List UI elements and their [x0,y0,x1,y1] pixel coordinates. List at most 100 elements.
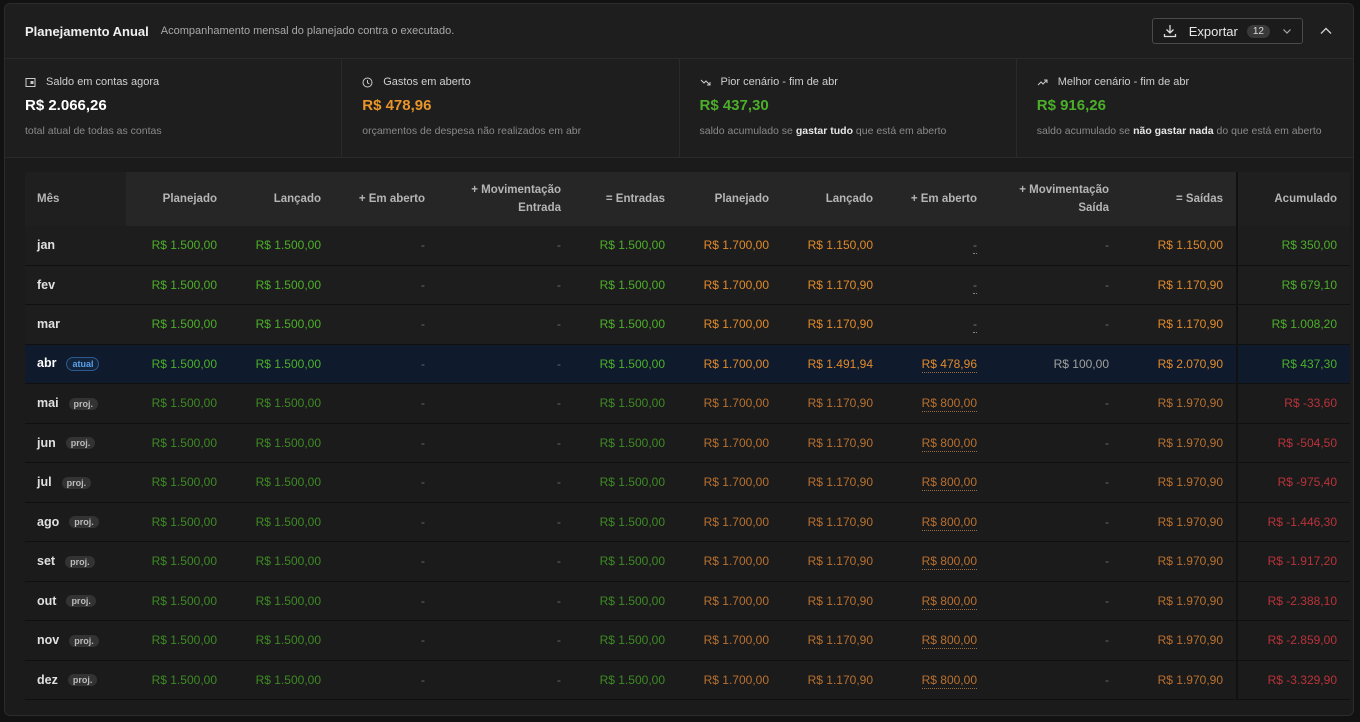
table-row[interactable]: jul proj. R$ 1.500,00 R$ 1.500,00 - - R$ 1.500… [25,462,1350,503]
open-amount-link[interactable]: - [973,317,977,334]
cell-value: - [421,633,425,648]
column-header[interactable]: = Entradas [574,172,678,226]
open-amount-link[interactable]: R$ 800,00 [921,554,977,571]
chevron-down-icon[interactable] [1282,26,1292,36]
table-cell: R$ 1.500,00 [574,344,678,384]
table-row[interactable]: nov proj. R$ 1.500,00 R$ 1.500,00 - - R$ 1.500… [25,620,1350,661]
column-header[interactable]: Mês [25,172,126,226]
table-cell: R$ 1.500,00 [126,541,230,582]
month-label: abr [37,356,57,371]
open-amount-link[interactable]: R$ 800,00 [921,435,977,452]
cell-value: R$ 1.491,94 [807,356,873,371]
table-row[interactable]: fev R$ 1.500,00 R$ 1.500,00 - - R$ 1.500,00 R$… [25,265,1350,305]
export-button[interactable]: Exportar 12 [1151,18,1303,44]
table-header-row: Mês Planejado Lançado + Em aberto + Moviment… [25,172,1350,226]
cell-value: R$ -1.446,30 [1267,514,1337,529]
table-cell: R$ 1.700,00 [678,423,782,463]
cell-value: R$ 1.500,00 [255,554,321,569]
table-cell[interactable]: - [886,304,990,345]
open-amount-link[interactable]: R$ 800,00 [921,475,977,492]
table-cell[interactable]: R$ 800,00 [886,620,990,661]
table-cell[interactable]: - [886,265,990,305]
table-cell: R$ 1.500,00 [230,502,334,542]
column-header[interactable]: Acumulado [1236,172,1350,226]
table-cell: R$ 1.700,00 [678,462,782,503]
cell-value: R$ 1.500,00 [151,475,217,490]
table-row[interactable]: abr atual R$ 1.500,00 R$ 1.500,00 - - R$ 1.500… [25,344,1350,384]
table-cell[interactable]: - [886,226,990,266]
card-desc-text: saldo acumulado se [699,125,796,137]
table-row[interactable]: jun proj. R$ 1.500,00 R$ 1.500,00 - - R$ 1.500… [25,423,1350,463]
open-amount-link[interactable]: - [973,277,977,294]
month-label: jul [37,475,52,490]
open-amount-link[interactable]: R$ 800,00 [921,593,977,610]
table-cell: R$ 1.500,00 [126,423,230,463]
table-cell: R$ 1.150,00 [1122,226,1237,266]
column-header[interactable]: + Em aberto [334,172,438,226]
table-row[interactable]: out proj. R$ 1.500,00 R$ 1.500,00 - - R$ 1.500… [25,581,1350,621]
column-header[interactable]: Lançado [230,172,334,226]
column-header[interactable]: = Saídas [1122,172,1237,226]
table-cell: R$ 1.491,94 [782,344,886,384]
open-amount-link[interactable]: R$ 800,00 [921,396,977,413]
column-header[interactable]: + Movimentação Entrada [438,172,574,226]
table-cell: - [990,660,1122,700]
table-row[interactable]: mar R$ 1.500,00 R$ 1.500,00 - - R$ 1.500,00 R$… [25,304,1350,345]
table-cell[interactable]: R$ 800,00 [886,581,990,621]
open-amount-link[interactable]: R$ 800,00 [921,672,977,689]
cell-value: R$ 1.970,90 [1157,672,1223,687]
column-header[interactable]: Planejado [126,172,230,226]
table-cell: R$ 1.500,00 [126,383,230,424]
table-cell[interactable]: R$ 800,00 [886,383,990,424]
table-cell[interactable]: R$ 800,00 [886,660,990,700]
open-amount-link[interactable]: R$ 800,00 [921,514,977,531]
cell-value: R$ 1.170,90 [807,554,873,569]
table-cell[interactable]: R$ 800,00 [886,541,990,582]
table-cell: R$ 1.170,90 [782,383,886,424]
annual-planning-panel: Planejamento Anual Acompanhamento mensal… [4,3,1354,716]
month-cell: jul proj. [25,462,126,503]
table-row[interactable]: jan R$ 1.500,00 R$ 1.500,00 - - R$ 1.500,00 R$… [25,226,1350,266]
table-row[interactable]: ago proj. R$ 1.500,00 R$ 1.500,00 - - R$ 1.500… [25,502,1350,542]
table-cell: - [334,344,438,384]
table-cell: R$ 1.500,00 [230,620,334,661]
cell-value: R$ 1.700,00 [703,277,769,292]
cell-value: - [1105,396,1109,411]
table-cell: R$ 1.970,90 [1122,581,1237,621]
table-cell: R$ 1.500,00 [126,226,230,266]
cell-value: R$ 1.700,00 [703,514,769,529]
open-amount-link[interactable]: R$ 478,96 [921,356,977,373]
table-cell[interactable]: R$ 800,00 [886,462,990,503]
table-cell: - [990,541,1122,582]
table-cell: R$ 1.150,00 [782,226,886,266]
table-row[interactable]: set proj. R$ 1.500,00 R$ 1.500,00 - - R$ 1.500… [25,541,1350,582]
month-cell: ago proj. [25,502,126,542]
open-amount-link[interactable]: R$ 800,00 [921,633,977,650]
cell-value: R$ 1.500,00 [599,317,665,332]
open-amount-link[interactable]: - [973,238,977,255]
table-cell: R$ 1.170,90 [782,462,886,503]
table-cell: R$ 1.500,00 [574,383,678,424]
current-badge: atual [66,357,100,372]
table-cell[interactable]: R$ 800,00 [886,502,990,542]
table-cell: R$ -1.917,20 [1236,541,1350,582]
cell-value: - [557,672,561,687]
table-cell[interactable]: R$ 800,00 [886,423,990,463]
table-row[interactable]: mai proj. R$ 1.500,00 R$ 1.500,00 - - R$ 1.500… [25,383,1350,424]
cell-value: - [557,633,561,648]
table-cell: R$ 1.500,00 [230,383,334,424]
column-header[interactable]: Planejado [678,172,782,226]
table-cell: R$ 1.970,90 [1122,541,1237,582]
table-cell: R$ 1.500,00 [230,265,334,305]
table-row[interactable]: dez proj. R$ 1.500,00 R$ 1.500,00 - - R$ 1.500… [25,660,1350,700]
cell-value: R$ 1.970,90 [1157,435,1223,450]
column-header[interactable]: + Movimentação Saída [990,172,1122,226]
column-header[interactable]: Lançado [782,172,886,226]
chevron-up-icon[interactable] [1319,24,1333,38]
table-cell: R$ 1.500,00 [574,304,678,345]
table-cell: - [990,502,1122,542]
card-description: orçamentos de despesa não realizados em … [362,125,658,137]
table-cell: - [334,660,438,700]
column-header[interactable]: + Em aberto [886,172,990,226]
table-cell[interactable]: R$ 478,96 [886,344,990,384]
